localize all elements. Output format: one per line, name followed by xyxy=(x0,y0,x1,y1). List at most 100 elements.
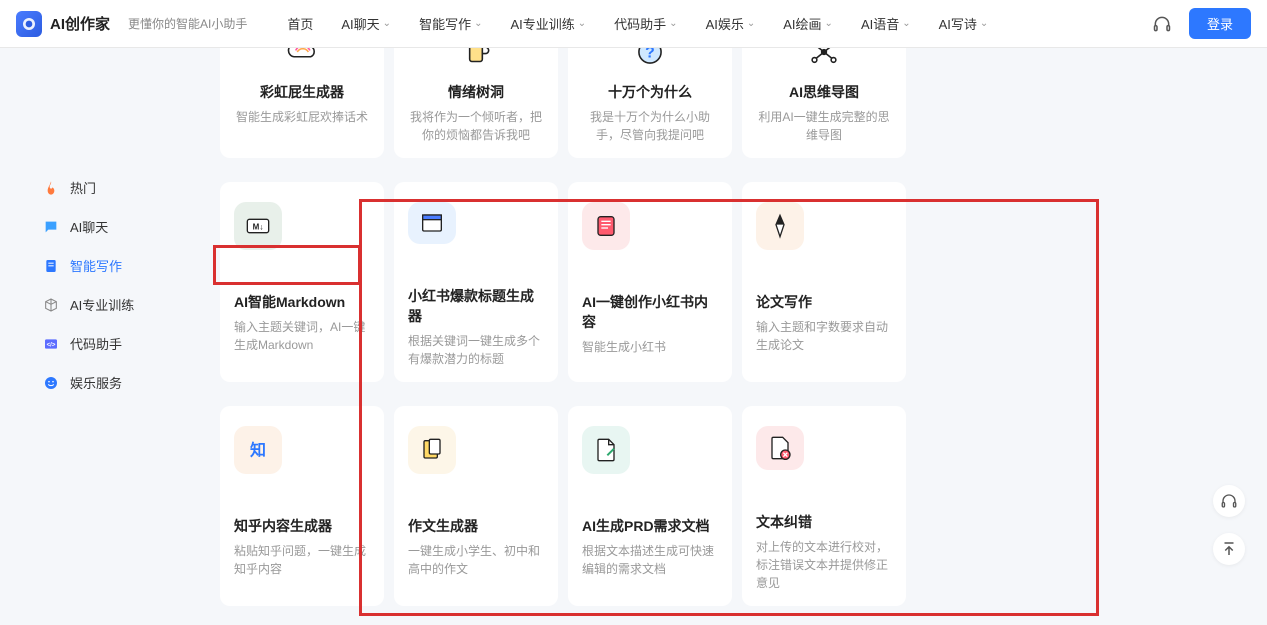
card-title: 论文写作 xyxy=(756,292,892,312)
question-icon: ? xyxy=(626,48,674,76)
card-desc: 根据关键词一键生成多个有爆款潜力的标题 xyxy=(408,332,544,368)
sidebar-item-hot[interactable]: 热门 xyxy=(0,168,210,207)
md-icon: M↓ xyxy=(234,202,282,250)
login-button[interactable]: 登录 xyxy=(1189,8,1251,39)
support-button[interactable] xyxy=(1213,485,1245,517)
top-nav: 首页 AI聊天⌄ 智能写作⌄ AI专业训练⌄ 代码助手⌄ AI娱乐⌄ AI绘画⌄… xyxy=(287,14,1151,33)
prd-icon xyxy=(582,426,630,474)
sidebar-item-label: 热门 xyxy=(70,178,96,197)
sidebar-item-label: 智能写作 xyxy=(70,256,122,275)
nav-protrain[interactable]: AI专业训练⌄ xyxy=(510,14,586,33)
cloud-icon xyxy=(278,48,326,76)
doc-icon xyxy=(42,257,60,275)
chevron-down-icon: ⌄ xyxy=(578,18,586,29)
sidebar-item-entertain[interactable]: 娱乐服务 xyxy=(0,363,210,402)
cube-icon xyxy=(42,296,60,314)
card-desc: 根据文本描述生成可快速编辑的需求文档 xyxy=(582,542,718,578)
card-desc: 智能生成彩虹屁欢捧话术 xyxy=(234,108,370,126)
card-title: 情绪树洞 xyxy=(408,82,544,102)
fire-icon xyxy=(42,179,60,197)
chevron-down-icon: ⌄ xyxy=(980,18,988,29)
card-mindmap[interactable]: AI思维导图 利用AI一键生成完整的思维导图 xyxy=(742,48,906,158)
card-title: AI思维导图 xyxy=(756,82,892,102)
card-title: AI智能Markdown xyxy=(234,292,370,312)
mindmap-icon xyxy=(800,48,848,76)
card-desc: 对上传的文本进行校对，标注错误文本并提供修正意见 xyxy=(756,538,892,592)
window-icon xyxy=(408,202,456,244)
note-icon xyxy=(582,202,630,250)
card-xhs-title[interactable]: 小红书爆款标题生成器 根据关键词一键生成多个有爆款潜力的标题 xyxy=(394,182,558,382)
sidebar-item-aichat[interactable]: AI聊天 xyxy=(0,207,210,246)
sidebar-item-protrain[interactable]: AI专业训练 xyxy=(0,285,210,324)
nav-aipoem[interactable]: AI写诗⌄ xyxy=(939,14,989,33)
card-thesis[interactable]: 论文写作 输入主题和字数要求自动生成论文 xyxy=(742,182,906,382)
card-xhs-content[interactable]: AI一键创作小红书内容 智能生成小红书 xyxy=(568,182,732,382)
back-to-top-button[interactable] xyxy=(1213,533,1245,565)
card-title: AI生成PRD需求文档 xyxy=(582,516,718,536)
sidebar-item-label: AI专业训练 xyxy=(70,295,134,314)
chevron-down-icon: ⌄ xyxy=(383,18,391,29)
card-title: 彩虹屁生成器 xyxy=(234,82,370,102)
card-desc: 利用AI一键生成完整的思维导图 xyxy=(756,108,892,144)
essay-icon xyxy=(408,426,456,474)
svg-text:M↓: M↓ xyxy=(253,222,264,231)
card-row-1: 彩虹屁生成器 智能生成彩虹屁欢捧话术 情绪树洞 我将作为一个倾听者，把你的烦恼都… xyxy=(220,48,1237,158)
svg-text:</>: </> xyxy=(47,342,56,348)
svg-text:?: ? xyxy=(645,48,655,62)
card-title: 十万个为什么 xyxy=(582,82,718,102)
card-row-2: M↓ AI智能Markdown 输入主题关键词，AI一键生成Markdown 小… xyxy=(220,182,1237,382)
card-prd[interactable]: AI生成PRD需求文档 根据文本描述生成可快速编辑的需求文档 xyxy=(568,406,732,606)
card-correct[interactable]: 文本纠错 对上传的文本进行校对，标注错误文本并提供修正意见 xyxy=(742,406,906,606)
sidebar-item-label: 代码助手 xyxy=(70,334,122,353)
card-desc: 我是十万个为什么小助手，尽管向我提问吧 xyxy=(582,108,718,144)
chevron-down-icon: ⌄ xyxy=(902,18,910,29)
card-essay[interactable]: 作文生成器 一键生成小学生、初中和高中的作文 xyxy=(394,406,558,606)
chevron-down-icon: ⌄ xyxy=(474,18,482,29)
nav-aientertain[interactable]: AI娱乐⌄ xyxy=(706,14,756,33)
pen-icon xyxy=(756,202,804,250)
brand-name: AI创作家 xyxy=(50,13,110,34)
float-buttons xyxy=(1213,485,1245,565)
cup-icon xyxy=(452,48,500,76)
sidebar-item-codehelper[interactable]: </> 代码助手 xyxy=(0,324,210,363)
sidebar-item-label: 娱乐服务 xyxy=(70,373,122,392)
card-desc: 输入主题和字数要求自动生成论文 xyxy=(756,318,892,354)
zhi-icon: 知 xyxy=(234,426,282,474)
nav-aivoice[interactable]: AI语音⌄ xyxy=(861,14,911,33)
svg-text:知: 知 xyxy=(250,440,266,459)
card-rainbow[interactable]: 彩虹屁生成器 智能生成彩虹屁欢捧话术 xyxy=(220,48,384,158)
brand-icon xyxy=(16,11,42,37)
card-why[interactable]: ? 十万个为什么 我是十万个为什么小助手，尽管向我提问吧 xyxy=(568,48,732,158)
headset-icon[interactable] xyxy=(1151,13,1173,35)
card-zhihu[interactable]: 知 知乎内容生成器 粘贴知乎问题，一键生成知乎内容 xyxy=(220,406,384,606)
card-desc: 一键生成小学生、初中和高中的作文 xyxy=(408,542,544,578)
nav-smartwrite[interactable]: 智能写作⌄ xyxy=(419,14,482,33)
main-area: 热门 AI聊天 智能写作 AI专业训练 </> 代码助手 娱乐服务 彩虹屁生成器 xyxy=(0,48,1267,625)
highlight-sidebar-item xyxy=(213,245,361,285)
card-emotion[interactable]: 情绪树洞 我将作为一个倾听者，把你的烦恼都告诉我吧 xyxy=(394,48,558,158)
card-desc: 输入主题关键词，AI一键生成Markdown xyxy=(234,318,370,354)
sidebar: 热门 AI聊天 智能写作 AI专业训练 </> 代码助手 娱乐服务 xyxy=(0,48,210,625)
sidebar-item-label: AI聊天 xyxy=(70,217,108,236)
card-title: AI一键创作小红书内容 xyxy=(582,292,718,332)
nav-home[interactable]: 首页 xyxy=(287,14,313,33)
content-area: 彩虹屁生成器 智能生成彩虹屁欢捧话术 情绪树洞 我将作为一个倾听者，把你的烦恼都… xyxy=(210,48,1267,625)
card-row-3: 知 知乎内容生成器 粘贴知乎问题，一键生成知乎内容 作文生成器 一键生成小学生、… xyxy=(220,406,1237,606)
card-title: 小红书爆款标题生成器 xyxy=(408,286,544,326)
card-title: 作文生成器 xyxy=(408,516,544,536)
card-desc: 粘贴知乎问题，一键生成知乎内容 xyxy=(234,542,370,578)
nav-aichat[interactable]: AI聊天⌄ xyxy=(341,14,391,33)
nav-codehelper[interactable]: 代码助手⌄ xyxy=(614,14,677,33)
card-title: 知乎内容生成器 xyxy=(234,516,370,536)
brand-slogan: 更懂你的智能AI小助手 xyxy=(128,15,247,32)
card-desc: 智能生成小红书 xyxy=(582,338,718,356)
nav-aidraw[interactable]: AI绘画⌄ xyxy=(783,14,833,33)
card-title: 文本纠错 xyxy=(756,512,892,532)
chat-icon xyxy=(42,218,60,236)
brand[interactable]: AI创作家 更懂你的智能AI小助手 xyxy=(16,11,247,37)
code-icon: </> xyxy=(42,335,60,353)
correct-icon xyxy=(756,426,804,470)
sidebar-item-smartwrite[interactable]: 智能写作 xyxy=(0,246,210,285)
smile-icon xyxy=(42,374,60,392)
chevron-down-icon: ⌄ xyxy=(747,18,755,29)
